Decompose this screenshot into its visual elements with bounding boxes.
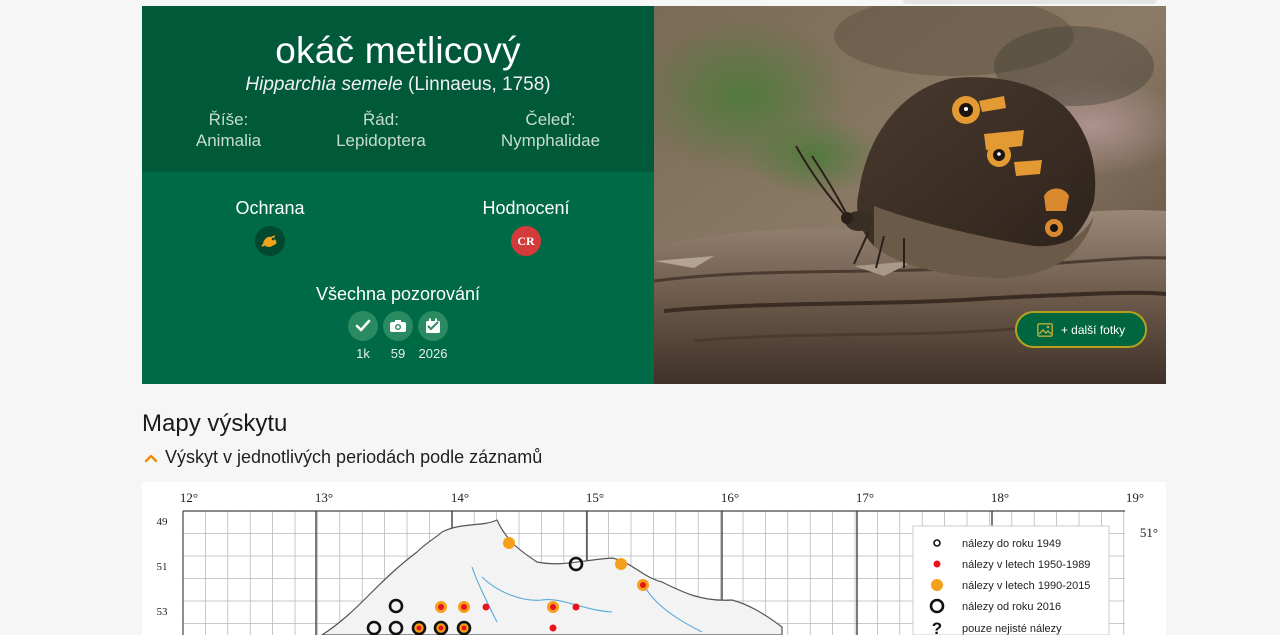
longitude-label: 19°: [1126, 490, 1144, 505]
legend-symbol: [931, 579, 943, 591]
image-gallery-icon: [1036, 322, 1053, 337]
row-label: 53: [157, 606, 169, 618]
record-1990-2015: [503, 537, 515, 549]
protection-badge[interactable]: [255, 226, 285, 256]
taxon-family-label: Čeleď:: [525, 110, 576, 129]
latitude-label: 51°: [1140, 525, 1158, 540]
top-search-stub: [903, 0, 1157, 4]
longitude-label: 14°: [451, 490, 469, 505]
map-periods-toggle[interactable]: Výskyt v jednotlivých periodách podle zá…: [144, 447, 542, 468]
record-1950-1989: [461, 604, 467, 610]
legend-label: nálezy v letech 1990-2015: [962, 580, 1090, 592]
record-1950-1989: [461, 625, 467, 631]
longitude-label: 12°: [180, 490, 198, 505]
map-legend: nálezy do roku 1949 nálezy v letech 1950-…: [912, 525, 1110, 635]
species-header: okáč metlicový Hipparchia semele (Linnae…: [142, 6, 654, 172]
taxon-family[interactable]: Čeleď: Nymphalidae: [463, 109, 638, 151]
row-label: 51: [157, 561, 168, 573]
chevron-up-icon: [144, 454, 158, 462]
record-1950-1989: [550, 604, 556, 610]
species-authority: (Linnaeus, 1758): [408, 74, 551, 95]
legend-label: nálezy do roku 1949: [962, 538, 1061, 550]
row-label: 49: [157, 516, 169, 528]
observations-verified[interactable]: 1k: [348, 311, 378, 361]
longitude-label: 16°: [721, 490, 739, 505]
observations-verified-count: 1k: [356, 346, 370, 361]
longitude-label: 18°: [991, 490, 1009, 505]
species-scientific-name: Hipparchia semele: [245, 74, 403, 95]
record-1950-1989: [482, 603, 490, 611]
taxon-order-label: Řád:: [363, 110, 399, 129]
observations-latest-year[interactable]: 2026: [418, 311, 448, 361]
taxon-kingdom-label: Říše:: [208, 110, 249, 129]
species-status-panel: Ochrana Hodnocení CR Všechna pozorování: [142, 172, 654, 384]
species-common-name: okáč metlicový: [275, 30, 521, 71]
record-1950-1989: [438, 604, 444, 610]
longitude-label: 13°: [315, 490, 333, 505]
taxon-order-value: Lepidoptera: [336, 131, 426, 150]
species-info-panel: okáč metlicový Hipparchia semele (Linnae…: [142, 6, 654, 384]
protection-title: Ochrana: [235, 198, 305, 218]
more-photos-button[interactable]: + další fotky: [1015, 311, 1147, 348]
taxon-kingdom-value: Animalia: [195, 131, 262, 150]
taxon-order[interactable]: Řád: Lepidoptera: [299, 109, 463, 151]
species-scientific-line: Hipparchia semele (Linnaeus, 1758): [142, 74, 654, 96]
record-1950-1989: [549, 624, 557, 632]
taxonomy-row: Říše: Animalia Řád: Lepidoptera Čeleď: N…: [142, 109, 654, 151]
observations-latest-year-value: 2026: [418, 346, 448, 361]
legend-symbol: [933, 560, 941, 568]
legend-label: pouze nejisté nálezy: [962, 623, 1062, 635]
legend-symbol: ?: [932, 619, 942, 635]
distribution-map-canvas: 12° 13° 14° 15° 16° 17° 18° 19° 49 51 53 51° nálezy…: [142, 482, 1166, 635]
taxon-kingdom[interactable]: Říše: Animalia: [158, 109, 299, 151]
species-page: okáč metlicový Hipparchia semele (Linnae…: [0, 0, 1280, 635]
check-icon: [348, 311, 378, 341]
more-photos-label: + další fotky: [1060, 322, 1126, 337]
rating-title: Hodnocení: [482, 198, 570, 218]
record-1950-1989: [572, 603, 580, 611]
maps-section-title: Mapy výskytu: [142, 410, 288, 437]
species-hero: okáč metlicový Hipparchia semele (Linnae…: [142, 6, 1166, 384]
record-1950-1989: [416, 625, 422, 631]
longitude-label: 17°: [856, 490, 874, 505]
legend-label: nálezy od roku 2016: [962, 601, 1061, 613]
protected-species-icon: [261, 235, 277, 247]
record-1990-2015: [615, 558, 627, 570]
record-1950-1989: [640, 582, 646, 588]
observations-row: 1k 59 2026: [142, 311, 654, 361]
camera-icon: [383, 311, 413, 341]
taxon-family-value: Nymphalidae: [500, 131, 601, 150]
distribution-map[interactable]: 12° 13° 14° 15° 16° 17° 18° 19° 49 51 53 51° nálezy…: [142, 482, 1166, 635]
observations-title: Všechna pozorování: [315, 284, 481, 304]
legend-label: nálezy v letech 1950-1989: [962, 559, 1090, 571]
redlist-cr-badge[interactable]: CR: [511, 226, 541, 256]
calendar-icon: [418, 311, 448, 341]
map-periods-label: Výskyt v jednotlivých periodách podle zá…: [165, 447, 543, 467]
observations-photos-count: 59: [390, 346, 406, 361]
record-1950-1989: [438, 625, 444, 631]
species-photo[interactable]: + další fotky: [654, 6, 1166, 384]
observations-photos[interactable]: 59: [383, 311, 413, 361]
longitude-label: 15°: [586, 490, 604, 505]
